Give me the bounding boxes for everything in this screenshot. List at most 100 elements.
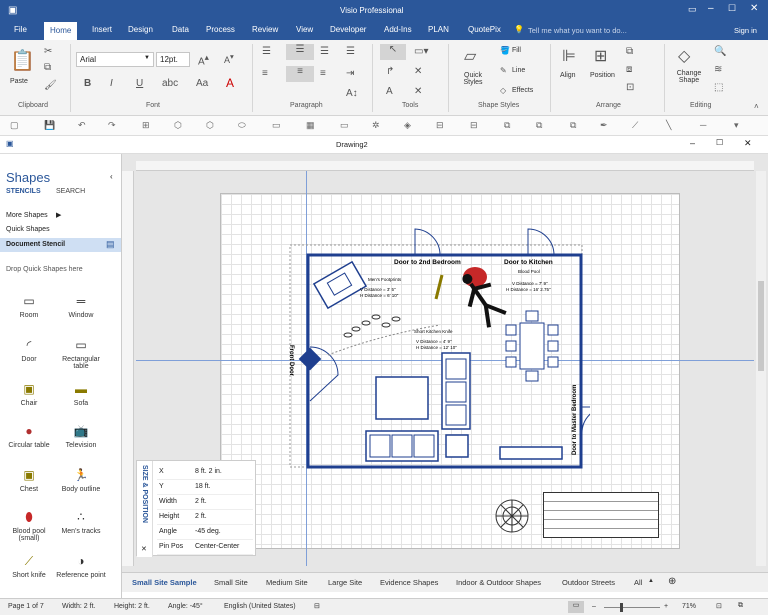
tab-view[interactable]: View — [296, 25, 313, 34]
tab-review[interactable]: Review — [252, 25, 278, 34]
tag-icon[interactable]: ⬡ — [174, 120, 182, 131]
text-tool-icon[interactable]: A — [386, 86, 393, 97]
layout-icon[interactable]: ⊟ — [436, 120, 444, 131]
sp-value[interactable]: 2 ft. — [195, 513, 207, 520]
align-top-icon[interactable]: ☰ — [262, 46, 271, 57]
shape-television[interactable]: 📺 Television — [56, 424, 106, 449]
status-page[interactable]: Page 1 of 7 — [8, 603, 44, 610]
grow-font-icon[interactable]: A▴ — [198, 52, 209, 67]
tab-quotepix[interactable]: QuotePix — [468, 25, 501, 34]
send-backward-icon[interactable]: ⧈ — [626, 64, 632, 75]
pen-icon[interactable]: ✒ — [600, 120, 608, 131]
font-color-icon[interactable]: A — [226, 76, 234, 90]
align-middle-icon[interactable]: ☰ — [286, 44, 314, 60]
shrink-font-icon[interactable]: A▾ — [224, 52, 234, 65]
copy-icon[interactable]: ⧉ — [44, 62, 51, 73]
align-icon[interactable]: ⊫ — [562, 46, 576, 66]
page-tab-small-site[interactable]: Small Site — [214, 578, 248, 587]
collapse-panel-icon[interactable]: ‹ — [110, 172, 113, 181]
floor-plan[interactable]: Door to 2nd Bedroom Door to Kitchen Men'… — [280, 225, 590, 470]
close-x-tool-icon[interactable]: ✕ — [414, 66, 422, 77]
scrollbar-thumb[interactable] — [758, 281, 764, 371]
paste-button[interactable]: Paste — [10, 78, 28, 85]
add-page-icon[interactable]: ⊕ — [668, 576, 676, 587]
macro-icon[interactable]: ⊟ — [314, 602, 320, 610]
divider-line-icon[interactable]: ─ — [700, 120, 706, 130]
doc-maximize-icon[interactable]: ☐ — [716, 138, 723, 147]
find-icon[interactable]: 🔍 — [714, 46, 726, 57]
vertical-scrollbar[interactable] — [756, 171, 766, 566]
shape-blood-pool[interactable]: ⬮ Blood pool (small) — [4, 510, 54, 542]
layers-icon[interactable]: ≋ — [714, 64, 722, 75]
change-shape-button[interactable]: Change Shape — [672, 70, 706, 84]
document-stencil-item[interactable]: Document Stencil ▤ — [0, 238, 121, 252]
underline-icon[interactable]: U — [136, 78, 143, 89]
layout2-icon[interactable]: ⊟ — [470, 120, 478, 131]
fill-icon[interactable]: 🪣 — [500, 46, 510, 55]
page-tab-outdoor-streets[interactable]: Outdoor Streets — [562, 578, 615, 587]
shape-rectangular-table[interactable]: ▭ Rectangular table — [56, 338, 106, 370]
redo-icon[interactable]: ↷ — [108, 120, 116, 131]
font-name-select[interactable]: Arial ▼ — [76, 52, 154, 67]
doc-minimize-icon[interactable]: – — [690, 138, 695, 148]
shape-circular-table[interactable]: ● Circular table — [4, 424, 54, 449]
shape-body-outline[interactable]: 🏃 Body outline — [56, 468, 106, 493]
strikethrough-icon[interactable]: abc — [162, 78, 178, 89]
sp-row-angle[interactable]: Angle -45 deg. — [157, 525, 253, 540]
page-tab-evidence-shapes[interactable]: Evidence Shapes — [380, 578, 438, 587]
shape-icon[interactable]: ⬡ — [206, 120, 214, 131]
zoom-slider[interactable] — [604, 607, 660, 608]
quick-styles-button[interactable]: Quick Styles — [456, 72, 490, 86]
group-icon[interactable]: ⊡ — [626, 82, 634, 93]
tab-process[interactable]: Process — [206, 25, 235, 34]
ruler-icon[interactable]: ⟋ — [632, 120, 638, 131]
line-button[interactable]: Line — [512, 67, 525, 74]
sp-value[interactable]: 2 ft. — [195, 498, 207, 505]
page-tab-large-site[interactable]: Large Site — [328, 578, 362, 587]
effects-button[interactable]: Effects — [512, 87, 533, 94]
case-icon[interactable]: Aa — [196, 78, 208, 89]
grid-icon[interactable]: ⊞ — [142, 120, 150, 131]
tab-add-ins[interactable]: Add-Ins — [384, 25, 412, 34]
grid2-icon[interactable]: ▦ — [306, 120, 315, 131]
undo-icon[interactable]: ↶ — [78, 120, 86, 131]
align-bottom-icon[interactable]: ☰ — [320, 46, 329, 57]
zoom-level[interactable]: 71% — [682, 603, 696, 610]
align-button[interactable]: Align — [560, 72, 576, 79]
tab-data[interactable]: Data — [172, 25, 189, 34]
zoom-slider-thumb[interactable] — [620, 603, 623, 612]
switch-windows-icon[interactable]: ⧉ — [738, 602, 743, 610]
sp-row-height[interactable]: Height 2 ft. — [157, 510, 253, 525]
sp-row-pin-pos[interactable]: Pin Pos Center-Center — [157, 540, 253, 555]
tab-plan[interactable]: PLAN — [428, 25, 449, 34]
close-icon[interactable]: ✕ — [750, 3, 758, 14]
arrange2-icon[interactable]: ⧉ — [536, 120, 542, 131]
effects-icon[interactable]: ◇ — [500, 86, 506, 95]
shape-reference-point[interactable]: ◑ Reference point — [56, 554, 106, 579]
line-tool-icon[interactable]: ╲ — [666, 120, 671, 131]
front-door-selected[interactable] — [298, 347, 322, 371]
tell-me-box[interactable]: Tell me what you want to do... — [528, 26, 627, 35]
frame2-icon[interactable]: ▭ — [340, 120, 349, 131]
shape-room[interactable]: ▭ Room — [4, 294, 54, 319]
bring-forward-icon[interactable]: ⧉ — [626, 46, 633, 57]
tab-home[interactable]: Home — [44, 22, 78, 40]
doc-close-icon[interactable]: ✕ — [744, 138, 752, 149]
pointer-tool-icon[interactable]: ↖ — [380, 44, 406, 60]
connector-tool-icon[interactable]: ↱ — [386, 66, 394, 77]
tab-design[interactable]: Design — [128, 25, 153, 34]
cut-icon[interactable]: ✂ — [44, 46, 52, 57]
position-button[interactable]: Position — [590, 72, 615, 79]
diamond-icon[interactable]: ◈ — [404, 120, 411, 131]
fit-page-icon[interactable]: ⊡ — [716, 602, 722, 610]
close-icon[interactable]: ✕ — [141, 545, 147, 553]
status-language[interactable]: English (United States) — [224, 603, 296, 610]
quick-styles-icon[interactable]: ▱ — [464, 46, 476, 66]
line-icon[interactable]: ✎ — [500, 66, 507, 75]
italic-icon[interactable]: I — [110, 78, 113, 89]
sp-row-x[interactable]: X 8 ft. 2 in. — [157, 465, 253, 480]
arrange-icon[interactable]: ⧉ — [504, 120, 510, 131]
shape-chest[interactable]: ▣ Chest — [4, 468, 54, 493]
tab-insert[interactable]: Insert — [92, 25, 112, 34]
new-document-icon[interactable]: ▢ — [10, 120, 19, 131]
